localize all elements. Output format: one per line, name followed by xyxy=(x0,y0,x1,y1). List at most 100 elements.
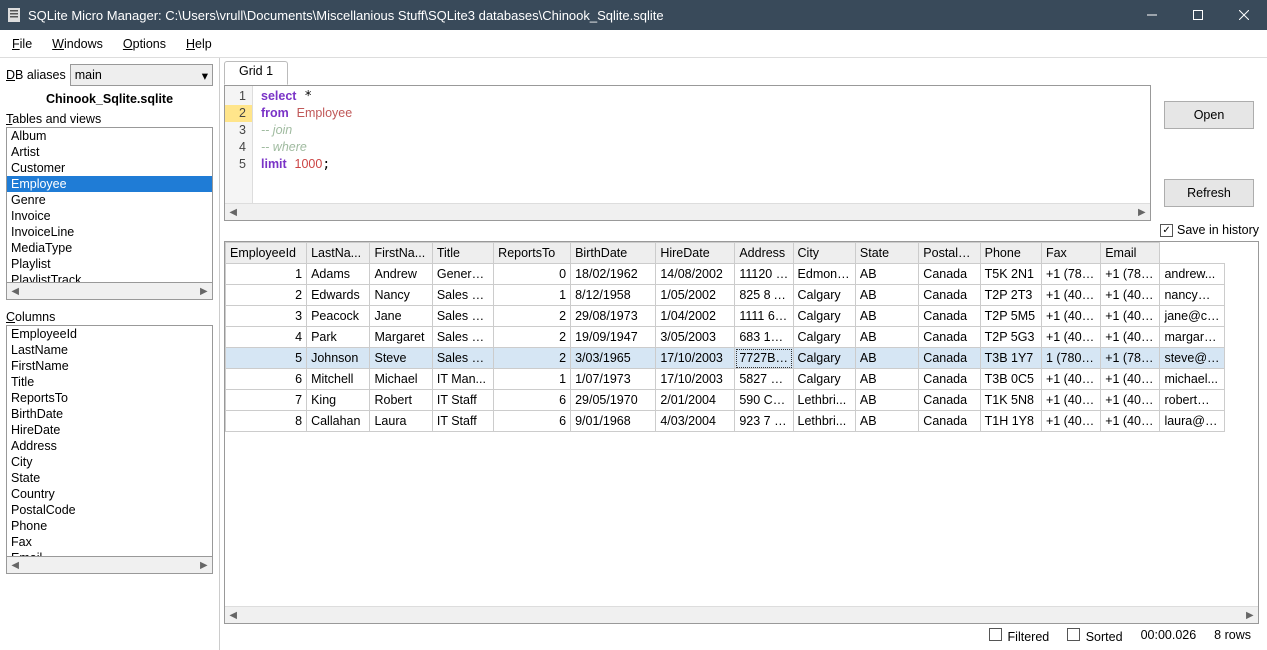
table-cell[interactable]: 6 xyxy=(494,390,571,411)
table-cell[interactable]: 4 xyxy=(226,327,307,348)
table-cell[interactable]: Andrew xyxy=(370,264,432,285)
tables-listbox[interactable]: AlbumArtistCustomerEmployeeGenreInvoiceI… xyxy=(6,127,213,283)
table-cell[interactable]: margare... xyxy=(1160,327,1225,348)
table-cell[interactable]: Sales S... xyxy=(432,306,493,327)
col-header[interactable]: Address xyxy=(735,243,793,264)
table-cell[interactable]: +1 (403... xyxy=(1041,390,1100,411)
table-cell[interactable]: michael... xyxy=(1160,369,1225,390)
table-cell[interactable]: +1 (403... xyxy=(1041,411,1100,432)
table-cell[interactable]: AB xyxy=(855,390,918,411)
table-cell[interactable]: T5K 2N1 xyxy=(980,264,1041,285)
col-header[interactable]: HireDate xyxy=(656,243,735,264)
table-cell[interactable]: 1/07/1973 xyxy=(571,369,656,390)
sql-hscrollbar[interactable]: ◄► xyxy=(225,203,1150,220)
table-item-playlist[interactable]: Playlist xyxy=(7,256,212,272)
table-cell[interactable]: Laura xyxy=(370,411,432,432)
table-cell[interactable]: 14/08/2002 xyxy=(656,264,735,285)
table-cell[interactable]: Canada xyxy=(919,369,980,390)
table-cell[interactable]: Calgary xyxy=(793,285,855,306)
table-row[interactable]: 4ParkMargaretSales S...219/09/19473/05/2… xyxy=(226,327,1225,348)
table-cell[interactable]: 2 xyxy=(494,327,571,348)
table-cell[interactable]: Lethbri... xyxy=(793,390,855,411)
column-item-hiredate[interactable]: HireDate xyxy=(7,422,212,438)
table-cell[interactable]: Lethbri... xyxy=(793,411,855,432)
table-cell[interactable]: 2 xyxy=(494,348,571,369)
table-cell[interactable]: Margaret xyxy=(370,327,432,348)
table-cell[interactable]: 0 xyxy=(494,264,571,285)
table-row[interactable]: 5JohnsonSteveSales S...23/03/196517/10/2… xyxy=(226,348,1225,369)
table-cell[interactable]: robert@... xyxy=(1160,390,1225,411)
table-cell[interactable]: IT Staff xyxy=(432,390,493,411)
table-cell[interactable]: Park xyxy=(307,327,370,348)
table-cell[interactable]: 825 8 A... xyxy=(735,285,793,306)
table-cell[interactable]: T2P 2T3 xyxy=(980,285,1041,306)
table-cell[interactable]: Mitchell xyxy=(307,369,370,390)
table-item-album[interactable]: Album xyxy=(7,128,212,144)
col-header[interactable]: Phone xyxy=(980,243,1041,264)
table-cell[interactable]: Canada xyxy=(919,390,980,411)
column-item-country[interactable]: Country xyxy=(7,486,212,502)
table-cell[interactable]: +1 (403... xyxy=(1101,306,1160,327)
table-cell[interactable]: Canada xyxy=(919,411,980,432)
save-history-checkbox[interactable]: ✓ xyxy=(1160,224,1173,237)
table-row[interactable]: 1AdamsAndrewGeneral...018/02/196214/08/2… xyxy=(226,264,1225,285)
col-header[interactable]: Fax xyxy=(1041,243,1100,264)
open-button[interactable]: Open xyxy=(1164,101,1254,129)
col-header[interactable]: State xyxy=(855,243,918,264)
col-header[interactable]: ReportsTo xyxy=(494,243,571,264)
table-cell[interactable]: 2 xyxy=(494,306,571,327)
table-cell[interactable]: Edmont... xyxy=(793,264,855,285)
table-cell[interactable]: +1 (780... xyxy=(1101,264,1160,285)
column-item-reportsto[interactable]: ReportsTo xyxy=(7,390,212,406)
grid-hscrollbar[interactable]: ◄► xyxy=(225,606,1258,623)
table-cell[interactable]: AB xyxy=(855,369,918,390)
table-cell[interactable]: 3 xyxy=(226,306,307,327)
table-cell[interactable]: AB xyxy=(855,411,918,432)
column-item-state[interactable]: State xyxy=(7,470,212,486)
table-cell[interactable]: +1 (403... xyxy=(1101,327,1160,348)
table-cell[interactable]: T1H 1Y8 xyxy=(980,411,1041,432)
sql-editor[interactable]: 12345 select * from Employee -- join -- … xyxy=(224,85,1151,221)
table-cell[interactable]: steve@c... xyxy=(1160,348,1225,369)
column-item-phone[interactable]: Phone xyxy=(7,518,212,534)
menu-help[interactable]: Help xyxy=(178,34,220,54)
table-cell[interactable]: 9/01/1968 xyxy=(571,411,656,432)
table-cell[interactable]: 8 xyxy=(226,411,307,432)
table-item-invoiceline[interactable]: InvoiceLine xyxy=(7,224,212,240)
table-cell[interactable]: +1 (403... xyxy=(1101,411,1160,432)
table-cell[interactable]: 2/01/2004 xyxy=(656,390,735,411)
table-cell[interactable]: Callahan xyxy=(307,411,370,432)
table-item-playlisttrack[interactable]: PlaylistTrack xyxy=(7,272,212,283)
table-cell[interactable]: jane@ch... xyxy=(1160,306,1225,327)
table-cell[interactable]: +1 (403... xyxy=(1041,369,1100,390)
col-header[interactable]: FirstNa... xyxy=(370,243,432,264)
column-item-lastname[interactable]: LastName xyxy=(7,342,212,358)
table-cell[interactable]: +1 (403... xyxy=(1041,285,1100,306)
table-cell[interactable]: Nancy xyxy=(370,285,432,306)
column-item-email[interactable]: Email xyxy=(7,550,212,557)
table-cell[interactable]: nancy@c... xyxy=(1160,285,1225,306)
column-item-firstname[interactable]: FirstName xyxy=(7,358,212,374)
table-cell[interactable]: +1 (403... xyxy=(1101,369,1160,390)
table-cell[interactable]: 8/12/1958 xyxy=(571,285,656,306)
table-cell[interactable]: 1 (780) ... xyxy=(1041,348,1100,369)
table-cell[interactable]: T3B 1Y7 xyxy=(980,348,1041,369)
table-cell[interactable]: 1 xyxy=(226,264,307,285)
table-item-employee[interactable]: Employee xyxy=(7,176,212,192)
col-header[interactable]: City xyxy=(793,243,855,264)
close-button[interactable] xyxy=(1221,0,1267,30)
maximize-button[interactable] xyxy=(1175,0,1221,30)
column-item-title[interactable]: Title xyxy=(7,374,212,390)
table-cell[interactable]: IT Staff xyxy=(432,411,493,432)
table-cell[interactable]: +1 (403... xyxy=(1101,390,1160,411)
table-cell[interactable]: T3B 0C5 xyxy=(980,369,1041,390)
table-cell[interactable]: 1/04/2002 xyxy=(656,306,735,327)
table-cell[interactable]: 1 xyxy=(494,285,571,306)
table-cell[interactable]: AB xyxy=(855,285,918,306)
table-item-mediatype[interactable]: MediaType xyxy=(7,240,212,256)
table-cell[interactable]: Edwards xyxy=(307,285,370,306)
table-cell[interactable]: Sales M... xyxy=(432,285,493,306)
table-row[interactable]: 7KingRobertIT Staff629/05/19702/01/20045… xyxy=(226,390,1225,411)
menu-file[interactable]: File xyxy=(4,34,40,54)
menu-windows[interactable]: Windows xyxy=(44,34,111,54)
